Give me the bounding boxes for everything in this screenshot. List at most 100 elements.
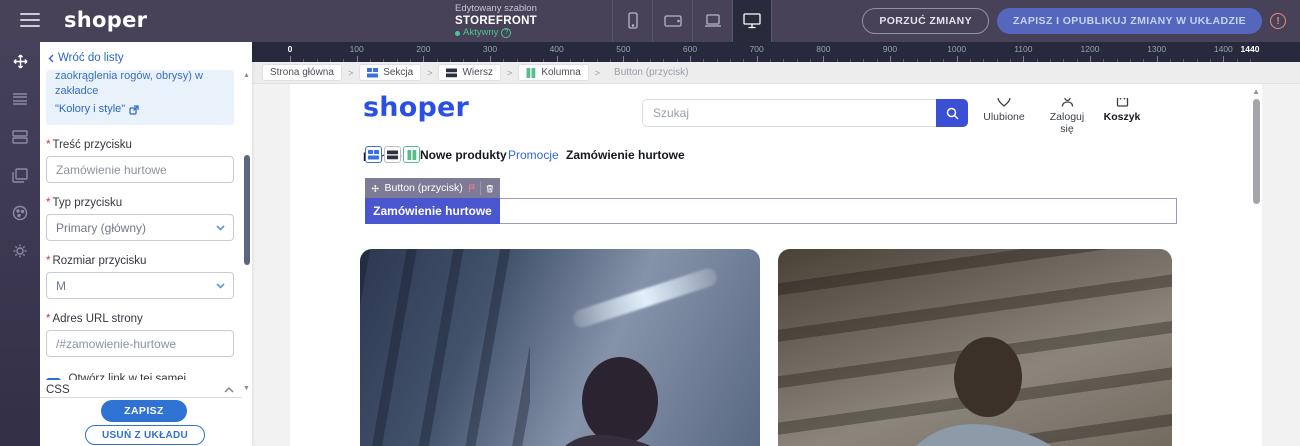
template-name: STOREFRONT (455, 15, 537, 27)
person-silhouette (868, 329, 1108, 446)
search-button[interactable] (936, 99, 968, 127)
same-tab-checkbox[interactable]: ✓ (46, 378, 61, 381)
url-input[interactable] (46, 330, 234, 357)
breadcrumb-section[interactable]: Sekcja (359, 64, 421, 81)
save-publish-button[interactable]: ZAPISZ I OPUBLIKUJ ZMIANY W UKŁADZIE (997, 8, 1262, 34)
insert-element-chips (365, 146, 420, 163)
move-icon[interactable] (0, 42, 40, 80)
canvas-scrollbar-up-arrow[interactable]: ▲ (1252, 87, 1260, 96)
selected-element-overlay[interactable]: Button (przycisk) (365, 178, 500, 198)
colors-styles-link[interactable]: "Kolory i style" (55, 102, 139, 117)
ruler-label: 400 (550, 44, 564, 54)
pin-icon[interactable] (468, 183, 476, 194)
device-mobile-icon[interactable] (612, 0, 652, 42)
button-size-select[interactable]: M (46, 272, 234, 299)
ruler-label: 1300 (1147, 44, 1166, 54)
breadcrumb-separator: > (427, 68, 432, 78)
search-icon (946, 107, 959, 120)
chevron-down-icon (216, 225, 225, 231)
wholesale-cta-button[interactable]: Zamówienie hurtowe (365, 198, 500, 224)
rows-icon[interactable] (0, 118, 40, 156)
checkbox-help-icon[interactable]: ? (223, 380, 234, 381)
ruler: 0100200300400500600700800900100011001200… (252, 42, 1300, 62)
ruler-label: 300 (483, 44, 497, 54)
cart-icon (1116, 98, 1129, 107)
external-link-icon (129, 105, 139, 115)
url-label: *Adres URL strony (46, 313, 234, 325)
button-type-select[interactable]: Primary (główny) (46, 214, 234, 241)
move-icon[interactable] (371, 183, 380, 194)
theme-icon[interactable] (0, 194, 40, 232)
left-icon-rail (0, 42, 40, 446)
back-to-list-label: Wróć do listy (58, 52, 124, 64)
shoper-layout-editor: shoper Edytowany szablon STOREFRONT Akty… (0, 0, 1300, 446)
insert-section-button[interactable] (365, 146, 382, 163)
menu-link-promotions[interactable]: Promocje (508, 148, 559, 162)
ruler-label: 500 (616, 44, 630, 54)
device-tablet-icon[interactable] (652, 0, 692, 42)
ruler-label: 200 (416, 44, 430, 54)
login-link[interactable]: Zaloguj się (1042, 98, 1092, 135)
person-silhouette (500, 339, 720, 446)
warning-icon[interactable]: ! (1270, 13, 1286, 29)
discard-changes-button[interactable]: PORZUĆ ZMIANY (862, 8, 989, 34)
preview-canvas: shoper Ulubione Zaloguj się Koszyk (252, 84, 1300, 446)
breadcrumb-separator: > (507, 68, 512, 78)
storefront-logo[interactable]: shoper (363, 92, 469, 123)
canvas-scrollbar-thumb[interactable] (1253, 99, 1260, 204)
gear-icon[interactable] (0, 232, 40, 270)
button-text-input[interactable] (46, 156, 234, 183)
ruler-label: 1100 (1014, 44, 1032, 54)
css-section-header[interactable]: CSS (40, 382, 242, 398)
trash-icon[interactable] (486, 183, 494, 194)
hamburger-menu-icon[interactable] (20, 13, 40, 29)
cart-link[interactable]: Koszyk (1102, 98, 1142, 123)
insert-row-button[interactable] (384, 146, 401, 163)
breadcrumb-home[interactable]: Strona główna (262, 64, 342, 81)
section-icon (368, 150, 379, 160)
panel-scrollbar-thumb[interactable] (244, 155, 250, 265)
row-icon (387, 150, 398, 160)
column-icon (526, 68, 536, 78)
template-status: Aktywny ? (455, 27, 537, 39)
column-icon (407, 150, 417, 160)
overlay-divider (480, 181, 481, 195)
breadcrumb: Strona główna > Sekcja > Wiersz > Kolumn… (252, 62, 1300, 84)
admin-logo: shoper (64, 8, 147, 32)
info-text-clipped: zaokrąglenia rogów, obrysy) w zakładce (55, 70, 225, 99)
status-help-icon[interactable]: ? (501, 28, 511, 38)
ruler-label: 700 (750, 44, 764, 54)
edited-template-info: Edytowany szablon STOREFRONT Aktywny ? (455, 3, 537, 39)
template-label: Edytowany szablon (455, 3, 537, 15)
save-button[interactable]: ZAPISZ (101, 400, 187, 422)
insert-column-button[interactable] (403, 146, 420, 163)
element-settings-panel: Wróć do listy zaokrąglenia rogów, obrysy… (40, 42, 252, 446)
menu-link-wholesale[interactable]: Zamówienie hurtowe (566, 148, 685, 162)
ruler-label: 1400 (1214, 44, 1233, 54)
ruler-label: 1440 (1241, 44, 1260, 54)
chevron-up-icon (224, 387, 234, 393)
banner-image-left[interactable] (360, 249, 760, 446)
menu-link-new-products[interactable]: Nowe produkty (420, 148, 507, 162)
breadcrumb-separator: > (348, 68, 353, 78)
storefront-page: shoper Ulubione Zaloguj się Koszyk (290, 84, 1262, 446)
css-section-label: CSS (46, 384, 70, 396)
pages-icon[interactable] (0, 156, 40, 194)
ruler-label: 0 (288, 44, 293, 54)
device-laptop-icon[interactable] (692, 0, 732, 42)
favorites-link[interactable]: Ulubione (982, 98, 1026, 123)
chevron-down-icon (216, 283, 225, 289)
panel-scroll-area: zaokrąglenia rogów, obrysy) w zakładce "… (40, 70, 242, 380)
panel-scrollbar-up-arrow[interactable]: ▲ (243, 72, 250, 79)
status-dot-icon (455, 31, 460, 36)
back-to-list-link[interactable]: Wróć do listy (48, 52, 124, 64)
device-desktop-icon[interactable] (732, 0, 772, 42)
banner-image-right[interactable] (778, 249, 1172, 446)
panel-scrollbar-down-arrow[interactable]: ▼ (243, 385, 250, 392)
sections-icon[interactable] (0, 80, 40, 118)
user-icon (1061, 98, 1074, 107)
breadcrumb-row[interactable]: Wiersz (438, 64, 501, 81)
search-input[interactable] (643, 100, 933, 126)
remove-from-layout-button[interactable]: USUŃ Z UKŁADU (85, 425, 205, 445)
breadcrumb-column[interactable]: Kolumna (518, 64, 588, 81)
